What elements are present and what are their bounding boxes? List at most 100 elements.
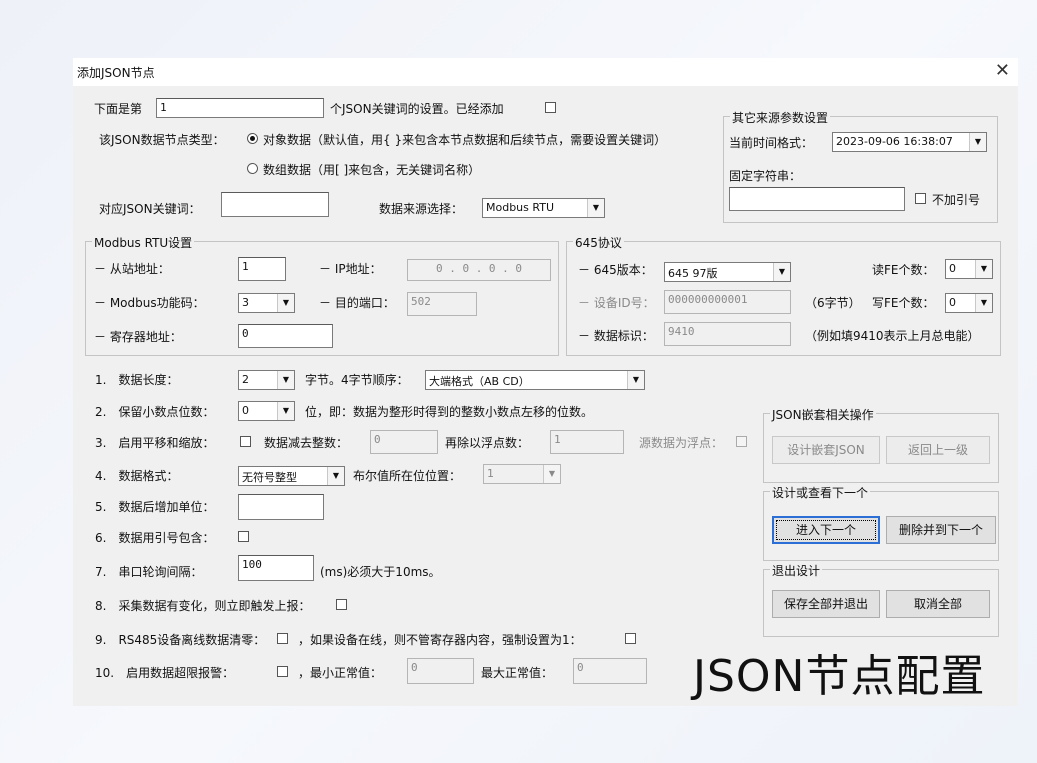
close-icon[interactable]: ✕ <box>995 60 1010 81</box>
data-length-select[interactable]: 2 ▼ <box>238 370 295 390</box>
write-fe-select[interactable]: 0 ▼ <box>945 293 993 313</box>
max-normal-label: 最大正常值： <box>481 666 554 680</box>
ip-address-label: － IP地址： <box>319 262 382 276</box>
subtract-int-input[interactable]: 0 <box>370 430 438 454</box>
slave-address-label: － 从站地址： <box>94 262 170 276</box>
chevron-down-icon: ▼ <box>277 371 294 389</box>
read-fe-label: 读FE个数： <box>872 263 935 277</box>
dialog-client: 下面是第 1 个JSON关键词的设置。已经添加 该JSON数据节点类型： 对象数… <box>73 86 1018 706</box>
byte-order-select[interactable]: 大端格式（AB CD） ▼ <box>425 370 645 390</box>
p645-title: 645协议 <box>573 234 624 251</box>
radio-object-label: 对象数据（默认值，用{ }来包含本节点数据和后续节点，需要设置关键词） <box>263 133 667 147</box>
data-format-select[interactable]: 无符号整型 ▼ <box>238 466 345 486</box>
p645-group: 645协议 － 645版本： 645 97版 ▼ 读FE个数： 0 ▼ － 设备… <box>566 234 1001 356</box>
change-trigger-label: 8. 采集数据有变化，则立即触发上报： <box>95 599 311 613</box>
min-normal-input[interactable]: 0 <box>407 658 474 684</box>
enter-next-button[interactable]: 进入下一个 <box>772 516 880 544</box>
cancel-all-button[interactable]: 取消全部 <box>886 590 990 618</box>
exit-group: 退出设计 保存全部并退出 取消全部 <box>763 562 999 637</box>
chevron-down-icon: ▼ <box>277 402 294 420</box>
device-id-label: － 设备ID号： <box>578 296 655 310</box>
function-code-value: 3 <box>242 296 249 309</box>
radio-array-label: 数组数据（用[ ]来包含，无关键词名称） <box>263 163 481 177</box>
bool-bit-value: 1 <box>487 467 494 480</box>
radio-array-data[interactable] <box>247 163 258 174</box>
write-fe-value: 0 <box>949 296 956 309</box>
data-format-label: 4. 数据格式： <box>95 469 179 483</box>
other-source-title: 其它来源参数设置 <box>730 109 831 126</box>
version-645-select[interactable]: 645 97版 ▼ <box>664 262 791 282</box>
position-input[interactable]: 1 <box>156 98 324 118</box>
ip-address-input[interactable]: 0 . 0 . 0 . 0 <box>407 259 551 281</box>
radio-object-data[interactable] <box>247 133 258 144</box>
chevron-down-icon: ▼ <box>627 371 644 389</box>
write-fe-label: 写FE个数： <box>872 296 935 310</box>
time-format-label: 当前时间格式： <box>729 136 814 150</box>
dest-port-label: － 目的端口： <box>319 296 395 310</box>
time-format-select[interactable]: 2023-09-06 16:38:07 ▼ <box>832 132 987 152</box>
chevron-down-icon: ▼ <box>277 294 294 312</box>
alarm-label: 10. 启用数据超限报警： <box>95 666 235 680</box>
already-added-checkbox[interactable] <box>545 102 556 113</box>
register-address-input[interactable]: 0 <box>238 324 333 348</box>
decimal-places-value: 0 <box>242 404 249 417</box>
read-fe-select[interactable]: 0 ▼ <box>945 259 993 279</box>
read-fe-value: 0 <box>949 262 956 275</box>
quote-wrap-label: 6. 数据用引号包含： <box>95 531 215 545</box>
force-set-label: ，如果设备在线，则不管寄存器内容，强制设置为1： <box>298 633 582 647</box>
offline-clear-checkbox[interactable] <box>277 633 288 644</box>
chevron-down-icon: ▼ <box>969 133 986 151</box>
fixed-string-input[interactable] <box>729 187 905 211</box>
chevron-down-icon: ▼ <box>587 199 604 217</box>
min-normal-label: ，最小正常值： <box>298 666 383 680</box>
source-float-checkbox[interactable] <box>736 436 747 447</box>
back-up-level-button[interactable]: 返回上一级 <box>886 436 990 464</box>
chevron-down-icon: ▼ <box>975 260 992 278</box>
byte-order-value: 大端格式（AB CD） <box>429 375 530 388</box>
shift-scale-checkbox[interactable] <box>240 436 251 447</box>
source-float-label: 源数据为浮点： <box>639 436 724 450</box>
divide-float-input[interactable]: 1 <box>550 430 624 454</box>
source-select[interactable]: Modbus RTU ▼ <box>482 198 605 218</box>
poll-interval-input[interactable]: 100 <box>238 555 314 581</box>
chevron-down-icon: ▼ <box>543 465 560 483</box>
chevron-down-icon: ▼ <box>975 294 992 312</box>
fixed-string-label: 固定字符串： <box>729 169 802 183</box>
json-nested-group: JSON嵌套相关操作 设计嵌套JSON 返回上一级 <box>763 406 999 483</box>
design-next-group: 设计或查看下一个 进入下一个 删除并到下一个 <box>763 484 999 561</box>
keyword-input[interactable] <box>221 192 329 217</box>
data-id-input[interactable]: 9410 <box>664 322 791 346</box>
json-nested-title: JSON嵌套相关操作 <box>770 406 876 423</box>
alarm-checkbox[interactable] <box>277 666 288 677</box>
delete-and-next-button[interactable]: 删除并到下一个 <box>886 516 996 544</box>
unit-input[interactable] <box>238 494 324 520</box>
keyword-label: 对应JSON关键词： <box>99 202 201 216</box>
change-trigger-checkbox[interactable] <box>336 599 347 610</box>
position-label: 下面是第 <box>94 102 143 116</box>
force-set-checkbox[interactable] <box>625 633 636 644</box>
max-normal-input[interactable]: 0 <box>573 658 647 684</box>
poll-interval-label: 7. 串口轮询间隔： <box>95 565 203 579</box>
shift-scale-label: 3. 启用平移和缩放： <box>95 436 215 450</box>
decimal-places-select[interactable]: 0 ▼ <box>238 401 295 421</box>
quote-wrap-checkbox[interactable] <box>238 531 249 542</box>
window-title: 添加JSON节点 <box>77 66 155 80</box>
source-select-value: Modbus RTU <box>486 201 554 214</box>
slave-address-input[interactable]: 1 <box>238 257 286 281</box>
chevron-down-icon: ▼ <box>773 263 790 281</box>
bool-bit-select[interactable]: 1 ▼ <box>483 464 561 484</box>
function-code-select[interactable]: 3 ▼ <box>238 293 295 313</box>
data-id-label: － 数据标识： <box>578 329 654 343</box>
no-quote-label: 不加引号 <box>932 193 981 207</box>
design-next-title: 设计或查看下一个 <box>770 484 871 501</box>
no-quote-checkbox[interactable] <box>915 193 926 204</box>
poll-interval-hint: (ms)必须大于10ms。 <box>320 565 441 579</box>
bool-bit-label: 布尔值所在位位置： <box>353 469 462 483</box>
device-id-input[interactable]: 000000000001 <box>664 290 791 314</box>
save-all-exit-button[interactable]: 保存全部并退出 <box>772 590 880 618</box>
design-nested-json-button[interactable]: 设计嵌套JSON <box>772 436 880 464</box>
dest-port-input[interactable]: 502 <box>407 292 477 316</box>
unit-label: 5. 数据后增加单位： <box>95 500 215 514</box>
version-645-label: － 645版本： <box>578 263 653 277</box>
data-format-value: 无符号整型 <box>242 471 297 484</box>
